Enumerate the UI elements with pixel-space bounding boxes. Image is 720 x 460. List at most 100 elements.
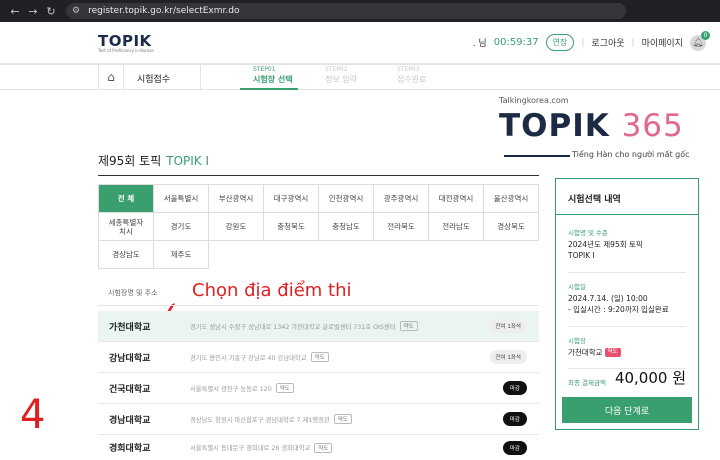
status-badge: 잔여 1좌석	[489, 319, 527, 333]
region-tab[interactable]: 전 체	[99, 185, 154, 213]
region-tab[interactable]: 전라남도	[429, 213, 484, 241]
map-button[interactable]: 약도	[314, 442, 333, 453]
site-name: 건국대학교	[109, 384, 151, 395]
table-row[interactable]: 건국대학교 서울특별시 광진구 능동로 120 약도 마감	[98, 373, 539, 404]
region-tab[interactable]: 부산광역시	[209, 185, 264, 213]
step-number: STEP01	[253, 66, 276, 73]
exam-round: 제95회 토픽	[98, 154, 162, 168]
reload-icon[interactable]: ↻	[42, 5, 60, 18]
address-text: 서울특별시 동대문구 경희대로 26 경희대학교	[190, 445, 311, 452]
home-icon[interactable]: ⌂	[98, 65, 124, 89]
notification-count: 0	[701, 30, 710, 40]
watermark-word: TOPIK	[499, 108, 610, 144]
exam-value-line: TOPIK Ⅰ	[568, 250, 595, 260]
site-value-text: 가천대학교	[568, 347, 603, 357]
bell-icon[interactable]: 🔔︎ 0	[690, 30, 710, 51]
region-tab[interactable]: 서울특별시	[154, 185, 209, 213]
step-number: STEP02	[325, 66, 348, 73]
list-divider	[98, 305, 539, 306]
extend-button[interactable]: 연장	[545, 34, 575, 51]
site-address: 경기도 용인시 기흥구 강남로 40 강남대학교 약도	[190, 352, 479, 362]
annotation-text: Chọn địa điểm thi	[192, 280, 352, 301]
address-bar[interactable]: ⚙ register.topik.go.kr/selectExmr.do	[66, 3, 626, 19]
tune-icon[interactable]: ⚙	[72, 6, 80, 16]
logout-link[interactable]: 로그아웃	[591, 36, 624, 49]
status-badge: 마감	[502, 381, 527, 395]
mypage-link[interactable]: 마이페이지	[642, 36, 683, 49]
panel-title: 시험선택 내역	[556, 179, 698, 215]
browser-toolbar: ← → ↻ ⚙ register.topik.go.kr/selectExmr.…	[0, 0, 720, 22]
region-tab[interactable]: 광주광역시	[374, 185, 429, 213]
step-label: 시험장 선택	[253, 75, 293, 84]
topik-logo[interactable]: TOPIK Test of Proficiency in Korean	[98, 32, 154, 53]
region-tab[interactable]: 충청남도	[319, 213, 374, 241]
map-tag-button[interactable]: 약도	[604, 347, 621, 358]
site-address: 서울특별시 동대문구 경희대로 26 경희대학교 약도	[190, 442, 479, 453]
step-number: STEP03	[397, 66, 420, 73]
region-tab[interactable]: 경기도	[154, 213, 209, 241]
header-actions: . 님 00:59:37 연장 | 로그아웃 | 마이페이지 🔔︎ 0	[472, 30, 710, 51]
step-2: STEP02 정보 입력	[325, 66, 357, 85]
region-tab[interactable]: 충청북도	[264, 213, 319, 241]
address-text: 서울특별시 광진구 능동로 120	[190, 385, 272, 393]
table-row[interactable]: 경남대학교 경상남도 창원시 마산합포구 경남대학로 7 제1행정관 약도 마감	[98, 404, 539, 435]
region-grid: 전 체 서울특별시 부산광역시 대구광역시 인천광역시 광주광역시 대전광역시 …	[98, 184, 539, 269]
region-tab[interactable]: 제주도	[154, 241, 209, 269]
site-value: 가천대학교 약도	[568, 348, 686, 359]
divider: |	[581, 37, 585, 48]
url-text: register.topik.go.kr/selectExmr.do	[88, 6, 240, 16]
status-badge: 잔여 1좌석	[489, 350, 527, 364]
exam-level: TOPIK Ⅰ	[166, 154, 210, 168]
site-name: 경희대학교	[109, 444, 151, 454]
region-tab[interactable]: 경상북도	[484, 213, 539, 241]
site-name: 가천대학교	[109, 322, 151, 333]
address-text: 경기도 용인시 기흥구 강남로 40 강남대학교	[190, 354, 307, 362]
exam-label: 시험명 및 수준	[568, 229, 609, 237]
region-tab[interactable]: 세종특별자 치시	[99, 213, 154, 241]
exam-value-line: 2024년도 제95회 토픽	[568, 240, 643, 249]
fee-value: 40,000 원	[614, 369, 686, 387]
watermark-bar	[504, 155, 570, 157]
map-button[interactable]: 약도	[310, 352, 329, 362]
divider: |	[631, 37, 635, 48]
map-button[interactable]: 약도	[275, 383, 294, 393]
region-tab[interactable]: 대구광역시	[264, 185, 319, 213]
watermark-number: 365	[621, 108, 684, 144]
table-row[interactable]: 경희대학교 서울특별시 동대문구 경희대로 26 경희대학교 약도 마감	[98, 435, 539, 460]
region-tab[interactable]: 인천광역시	[319, 185, 374, 213]
title-divider	[98, 175, 539, 176]
step-3: STEP03 접수완료	[397, 66, 426, 85]
site-header: TOPIK Test of Proficiency in Korean . 님 …	[0, 22, 720, 64]
selection-summary-panel: 시험선택 내역 시험명 및 수준 2024년도 제95회 토픽 TOPIK Ⅰ …	[555, 178, 699, 430]
watermark-url: Talkingkorea.com	[499, 96, 569, 105]
forward-icon[interactable]: →	[24, 5, 42, 18]
watermark-logo: TOPIK 365	[499, 108, 684, 144]
site-address: 서울특별시 광진구 능동로 120 약도	[190, 383, 479, 393]
region-tab[interactable]: 경상남도	[99, 241, 154, 269]
table-row[interactable]: 가천대학교 경기도 성남시 수정구 성남대로 1342 가천대학교 글로벌센터 …	[98, 311, 539, 342]
divider	[568, 325, 686, 327]
exam-value: 2024년도 제95회 토픽 TOPIK Ⅰ	[568, 240, 686, 262]
site-label: 시험장	[568, 336, 586, 345]
region-tab[interactable]: 전라북도	[374, 213, 429, 241]
user-name: . 님	[472, 39, 487, 49]
site-address: 경상남도 창원시 마산합포구 경남대학로 7 제1행정관 약도	[190, 414, 479, 424]
next-step-button[interactable]: 다음 단계로	[562, 397, 692, 423]
map-button[interactable]: 약도	[399, 321, 418, 331]
step-progress-line	[240, 88, 298, 90]
step-1: STEP01 시험장 선택	[253, 66, 293, 85]
step-label: 정보 입력	[325, 75, 357, 84]
region-tab[interactable]: 대전광역시	[429, 185, 484, 213]
date-value-line: 2024.7.14. (일) 10:00	[568, 293, 648, 303]
back-icon[interactable]: ←	[6, 5, 24, 18]
address-text: 경기도 성남시 수정구 성남대로 1342 가천대학교 글로벌센터 731호 O…	[190, 323, 396, 331]
region-tab[interactable]: 강원도	[209, 213, 264, 241]
map-button[interactable]: 약도	[333, 414, 352, 424]
breadcrumb: 시험접수	[137, 75, 171, 85]
region-tab[interactable]: 울산광역시	[484, 185, 539, 213]
watermark-subtitle: Tiếng Hàn cho người mất gốc	[572, 150, 690, 159]
date-value-line: - 입실시간 : 9:20까지 입실완료	[568, 304, 669, 314]
table-row[interactable]: 강남대학교 경기도 용인시 기흥구 강남로 40 강남대학교 약도 잔여 1좌석	[98, 342, 539, 373]
status-badge: 마감	[502, 412, 527, 426]
step-number-annotation: 4	[20, 392, 46, 438]
